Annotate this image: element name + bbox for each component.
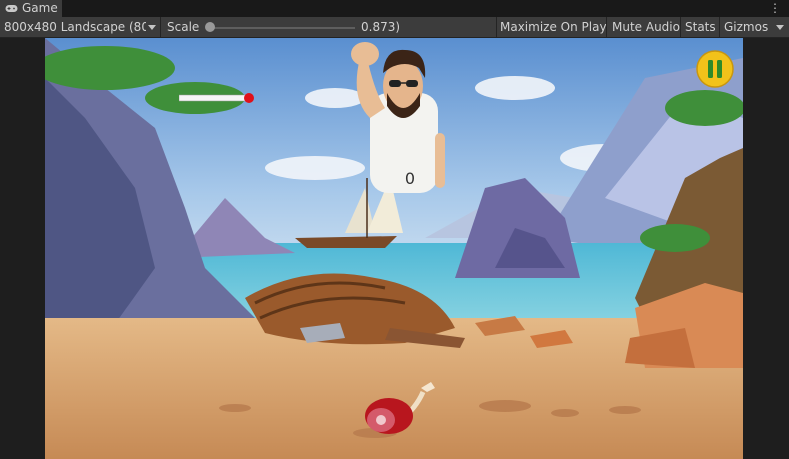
pause-button[interactable] <box>696 50 734 88</box>
gizmos-toggle[interactable]: Gizmos <box>724 17 768 37</box>
health-bar <box>179 93 254 103</box>
score-counter: 0 <box>404 169 416 188</box>
editor-tab-bar: Game ⋮ <box>0 0 789 17</box>
chef-character <box>351 42 445 193</box>
toolbar-divider <box>496 17 497 37</box>
meat-drumstick-item[interactable] <box>361 378 439 440</box>
resolution-label: 800x480 Landscape (80( <box>4 20 146 34</box>
game-tab[interactable]: Game <box>0 0 62 17</box>
scale-value: 0.873) <box>361 20 401 34</box>
toolbar-divider <box>680 17 681 37</box>
toolbar-divider <box>606 17 607 37</box>
chevron-down-icon <box>148 25 156 30</box>
scale-slider-track[interactable] <box>210 27 355 29</box>
toolbar-divider <box>719 17 720 37</box>
game-tab-label: Game <box>22 1 58 15</box>
kebab-menu-icon[interactable]: ⋮ <box>769 1 781 15</box>
game-view-toolbar: 800x480 Landscape (80( Scale 0.873) Maxi… <box>0 17 789 38</box>
mute-audio-toggle[interactable]: Mute Audio <box>612 17 680 37</box>
stats-toggle[interactable]: Stats <box>685 17 716 37</box>
game-viewport[interactable]: 0 <box>45 38 743 459</box>
gamepad-icon <box>5 5 18 12</box>
scale-slider-handle[interactable] <box>205 22 215 32</box>
toolbar-divider <box>160 17 161 37</box>
scale-label: Scale <box>167 20 200 34</box>
chevron-down-icon[interactable] <box>776 25 784 30</box>
resolution-dropdown[interactable]: 800x480 Landscape (80( <box>4 17 146 37</box>
maximize-on-play-toggle[interactable]: Maximize On Play <box>500 17 607 37</box>
